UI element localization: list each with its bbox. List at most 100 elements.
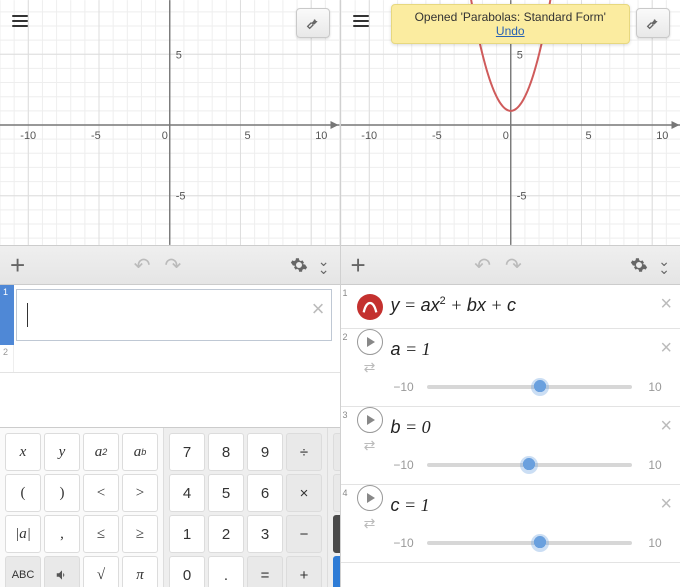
key-x[interactable]: x bbox=[5, 433, 41, 471]
key-7[interactable]: 7 bbox=[169, 433, 205, 471]
slider-row[interactable]: 4 ⇄ c = 1 × −10 10 bbox=[341, 485, 680, 563]
loop-mode-icon[interactable]: ⇄ bbox=[357, 437, 383, 454]
slider-label: a = 1 bbox=[385, 329, 680, 376]
key-ab[interactable]: ab bbox=[122, 433, 158, 471]
undo-button[interactable]: ↶ bbox=[134, 253, 151, 278]
key-sqrt[interactable]: √ bbox=[83, 556, 119, 587]
slider-row[interactable]: 3 ⇄ b = 0 × −10 10 bbox=[341, 407, 680, 485]
key-8[interactable]: 8 bbox=[208, 433, 244, 471]
key-y[interactable]: y bbox=[44, 433, 80, 471]
keypad-vars: x y a2 ab ( ) < > |a| , ≤ ≥ ABC √ π bbox=[0, 428, 164, 587]
key-times[interactable]: × bbox=[286, 474, 322, 512]
key-1[interactable]: 1 bbox=[169, 515, 205, 553]
slider-track[interactable] bbox=[427, 463, 633, 467]
key-comma[interactable]: , bbox=[44, 515, 80, 553]
right-graph[interactable]: -10-505105-5 Opened 'Parabolas: Standard… bbox=[341, 0, 680, 245]
key-left[interactable]: ← bbox=[333, 474, 340, 512]
undo-button[interactable]: ↶ bbox=[474, 253, 491, 278]
svg-text:-5: -5 bbox=[432, 130, 442, 142]
keypad-nav: funcs ← → ⌫ ↵ bbox=[328, 428, 340, 587]
slider-row[interactable]: 2 ⇄ a = 1 × −10 10 bbox=[341, 329, 680, 407]
key-pi[interactable]: π bbox=[122, 556, 158, 587]
key-gt[interactable]: > bbox=[122, 474, 158, 512]
expression-input[interactable]: × bbox=[16, 289, 332, 341]
key-ge[interactable]: ≥ bbox=[122, 515, 158, 553]
close-icon[interactable]: × bbox=[660, 493, 672, 516]
expression-row-empty[interactable]: 2 bbox=[0, 345, 340, 373]
key-6[interactable]: 6 bbox=[247, 474, 283, 512]
key-0[interactable]: 0 bbox=[169, 556, 205, 587]
key-audio[interactable] bbox=[44, 556, 80, 587]
key-2[interactable]: 2 bbox=[208, 515, 244, 553]
key-a2[interactable]: a2 bbox=[83, 433, 119, 471]
svg-text:10: 10 bbox=[315, 130, 327, 142]
key-3[interactable]: 3 bbox=[247, 515, 283, 553]
add-expression-button[interactable]: + bbox=[10, 250, 25, 281]
expression-row[interactable]: 1 y = ax2 + bx + c × bbox=[341, 285, 680, 329]
key-le[interactable]: ≤ bbox=[83, 515, 119, 553]
svg-text:-5: -5 bbox=[176, 191, 186, 203]
slider-thumb[interactable] bbox=[531, 378, 549, 396]
svg-text:-10: -10 bbox=[20, 130, 36, 142]
key-9[interactable]: 9 bbox=[247, 433, 283, 471]
row-index: 2 bbox=[0, 345, 13, 359]
loop-mode-icon[interactable]: ⇄ bbox=[357, 515, 383, 532]
key-eq[interactable]: = bbox=[247, 556, 283, 587]
key-funcs[interactable]: funcs bbox=[333, 433, 340, 471]
wrench-button[interactable] bbox=[636, 8, 670, 38]
key-divide[interactable]: ÷ bbox=[286, 433, 322, 471]
redo-button[interactable]: ↷ bbox=[505, 253, 522, 278]
left-expression-list: 1 × 2 bbox=[0, 285, 340, 427]
add-expression-button[interactable]: + bbox=[351, 250, 366, 281]
svg-text:-10: -10 bbox=[361, 130, 377, 142]
keypad-numbers: 7 8 9 ÷ 4 5 6 × 1 2 3 − 0 . = + bbox=[164, 428, 328, 587]
slider-max: 10 bbox=[642, 536, 668, 550]
key-abs[interactable]: |a| bbox=[5, 515, 41, 553]
row-index: 1 bbox=[0, 285, 14, 299]
menu-icon[interactable] bbox=[12, 12, 28, 30]
toast: Opened 'Parabolas: Standard Form' Undo bbox=[391, 4, 631, 44]
slider-track[interactable] bbox=[427, 385, 633, 389]
expression-row-active[interactable]: 1 × bbox=[0, 285, 340, 345]
key-lt[interactable]: < bbox=[83, 474, 119, 512]
toast-undo-link[interactable]: Undo bbox=[400, 24, 622, 38]
key-dot[interactable]: . bbox=[208, 556, 244, 587]
play-button[interactable] bbox=[357, 407, 383, 433]
menu-icon[interactable] bbox=[353, 12, 369, 30]
redo-button[interactable]: ↷ bbox=[164, 253, 181, 278]
wrench-button[interactable] bbox=[296, 8, 330, 38]
key-lparen[interactable]: ( bbox=[5, 474, 41, 512]
key-4[interactable]: 4 bbox=[169, 474, 205, 512]
svg-text:5: 5 bbox=[516, 49, 522, 61]
settings-button[interactable] bbox=[630, 256, 648, 274]
slider-thumb[interactable] bbox=[520, 456, 538, 474]
svg-text:5: 5 bbox=[585, 130, 591, 142]
key-rparen[interactable]: ) bbox=[44, 474, 80, 512]
toast-text: Opened 'Parabolas: Standard Form' bbox=[415, 10, 606, 24]
key-5[interactable]: 5 bbox=[208, 474, 244, 512]
slider-min: −10 bbox=[391, 458, 417, 472]
row-index: 4 bbox=[341, 485, 355, 532]
loop-mode-icon[interactable]: ⇄ bbox=[357, 359, 383, 376]
curve-color-icon[interactable] bbox=[357, 294, 383, 320]
key-minus[interactable]: − bbox=[286, 515, 322, 553]
svg-text:-5: -5 bbox=[91, 130, 101, 142]
slider-label: c = 1 bbox=[385, 485, 680, 532]
play-button[interactable] bbox=[357, 329, 383, 355]
close-icon[interactable]: × bbox=[660, 337, 672, 360]
left-graph[interactable]: -10-505105-5 bbox=[0, 0, 340, 245]
key-enter[interactable]: ↵ bbox=[333, 556, 340, 587]
close-icon[interactable]: × bbox=[312, 296, 325, 322]
key-backspace[interactable]: ⌫ bbox=[333, 515, 340, 553]
close-icon[interactable]: × bbox=[660, 415, 672, 438]
key-abc[interactable]: ABC bbox=[5, 556, 41, 587]
close-icon[interactable]: × bbox=[660, 293, 672, 316]
slider-track[interactable] bbox=[427, 541, 633, 545]
play-button[interactable] bbox=[357, 485, 383, 511]
slider-max: 10 bbox=[642, 458, 668, 472]
collapse-button[interactable]: ⌄⌄ bbox=[658, 257, 670, 273]
collapse-button[interactable]: ⌄⌄ bbox=[318, 257, 330, 273]
key-plus[interactable]: + bbox=[286, 556, 322, 587]
settings-button[interactable] bbox=[290, 256, 308, 274]
slider-thumb[interactable] bbox=[531, 534, 549, 552]
